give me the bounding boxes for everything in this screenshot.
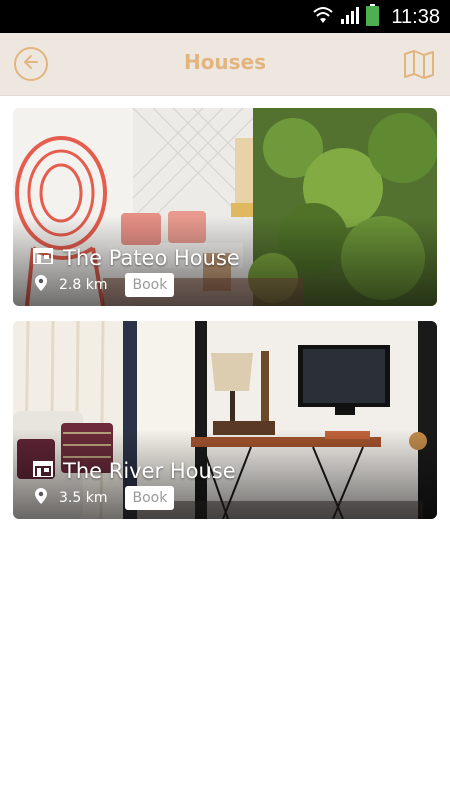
house-distance: 3.5 km <box>59 490 108 506</box>
battery-icon <box>366 4 380 30</box>
house-icon <box>33 461 53 481</box>
status-icons: 11:38 <box>312 4 440 30</box>
book-button[interactable]: Book <box>125 273 175 297</box>
card-meta: 3.5 km Book <box>35 486 175 510</box>
card-title-row: The Pateo House <box>33 246 240 270</box>
house-name: The Pateo House <box>63 246 240 270</box>
house-card-river[interactable]: The River House 3.5 km Book <box>13 321 437 519</box>
page-title: Houses <box>183 50 267 74</box>
map-icon <box>403 50 435 84</box>
house-distance: 2.8 km <box>59 277 108 293</box>
location-pin-icon <box>35 488 47 508</box>
map-button[interactable] <box>403 48 435 80</box>
status-bar: 11:38 <box>0 0 450 33</box>
house-icon <box>33 248 53 268</box>
wifi-icon <box>312 5 334 29</box>
signal-icon <box>340 5 360 29</box>
location-pin-icon <box>35 275 47 295</box>
book-button[interactable]: Book <box>125 486 175 510</box>
app-header: Houses <box>0 33 450 95</box>
status-clock: 11:38 <box>391 5 440 28</box>
house-card-pateo[interactable]: The Pateo House 2.8 km Book <box>13 108 437 306</box>
house-name: The River House <box>63 459 236 483</box>
card-meta: 2.8 km Book <box>35 273 175 297</box>
card-title-row: The River House <box>33 459 236 483</box>
